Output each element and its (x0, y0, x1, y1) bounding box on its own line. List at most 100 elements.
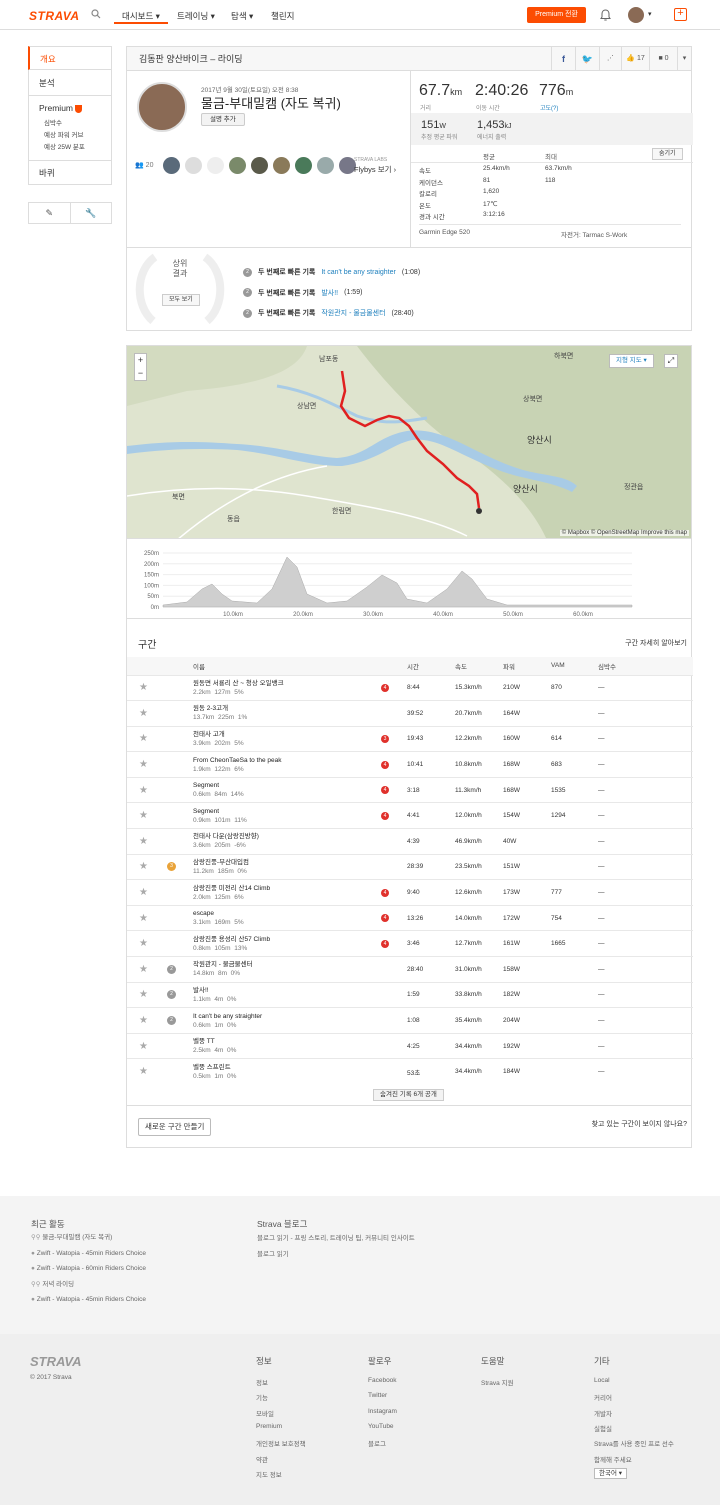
avatar[interactable] (207, 157, 224, 174)
footer-link[interactable]: Instagram (368, 1408, 397, 1415)
footer-link[interactable]: YouTube (368, 1423, 394, 1430)
avatar[interactable] (317, 157, 334, 174)
star-icon[interactable]: ★ (127, 904, 167, 931)
segment-name-link[interactable]: 삼랑진풍 미전리 산14 Climb (193, 884, 381, 893)
star-icon[interactable]: ★ (127, 1058, 167, 1085)
segment-name-link[interactable]: Segment (193, 807, 381, 816)
recent-activity-item[interactable]: ● Zwift - Watopia - 45min Riders Choice (31, 1292, 146, 1308)
segment-name-link[interactable]: 삼랑진풍-부산대입컴 (193, 858, 381, 867)
table-row[interactable]: ★ 2 It can't be any straighter 0.6km 1m 0% 1… (127, 1007, 693, 1034)
premium-button[interactable]: Premium 전환 (527, 7, 586, 23)
footer-link[interactable]: 약관 (256, 1454, 268, 1464)
table-row[interactable]: ★ escape 3.1km 169m 5% 4 13:26 14.0km/h 172W 75… (127, 904, 693, 931)
share-icon[interactable]: ⋰ (599, 47, 621, 71)
footer-link[interactable]: Premium (256, 1423, 282, 1430)
recent-activity-item[interactable]: ⚲⚲ 저녁 라이딩 (31, 1277, 146, 1293)
star-icon[interactable]: ★ (127, 776, 167, 803)
footer-link[interactable]: Local (594, 1377, 610, 1384)
footer-link[interactable]: 블로그 (368, 1438, 386, 1448)
more-options-icon[interactable]: ▾ (677, 47, 691, 71)
sidebar-item-gear[interactable]: 바퀴 (28, 161, 112, 185)
table-row[interactable]: ★ 2 발사!! 1.1km 4m 0% 1:59 33.8km/h 182W — (127, 981, 693, 1008)
segment-name-link[interactable]: Segment (193, 781, 381, 790)
nav-explore[interactable]: 탐색 ▾ (231, 10, 253, 22)
facebook-icon[interactable]: f (551, 47, 575, 71)
table-row[interactable]: ★ Segment 0.9km 101m 11% 4 4:41 12.0km/h 154W 1… (127, 802, 693, 829)
segment-name-link[interactable]: 천태사 다운(삼랑진방향) (193, 832, 381, 841)
segment-name-link[interactable]: 원동면 서룡리 산 ~ 청상 오일뱅크 (193, 679, 381, 688)
nav-challenges[interactable]: 챌린지 (271, 10, 294, 22)
segment-name-link[interactable]: 천태사 고개 (193, 730, 381, 739)
footer-link[interactable]: 기능 (256, 1392, 268, 1402)
recent-activity-item[interactable]: ● Zwift - Watopia - 45min Riders Choice (31, 1246, 146, 1262)
star-icon[interactable]: ★ (127, 700, 167, 727)
bell-icon[interactable] (600, 9, 611, 21)
show-hidden-button[interactable]: 숨겨진 기록 6개 공개 (373, 1089, 444, 1101)
table-row[interactable]: ★ 삼랑진풍 미전리 산14 Climb 2.0km 125m 6% 4 9:40 12.… (127, 879, 693, 906)
edit-icon[interactable]: ✎ (29, 203, 70, 223)
footer-link[interactable]: 모바일 (256, 1408, 274, 1418)
recent-activity-item[interactable]: ⚲⚲ 물금-부대밀캠 (자도 복귀) (31, 1230, 146, 1246)
comment-button[interactable]: ■ 0 (649, 47, 677, 71)
nav-dashboard[interactable]: 대시보드 ▾ (114, 10, 168, 24)
achievement-segment-link[interactable]: 발사!! (321, 288, 338, 298)
segment-name-link[interactable]: 작원관지 - 물금물센터 (193, 960, 381, 969)
table-row[interactable]: ★ 3 삼랑진풍-부산대입컴 11.2km 185m 0% 28:39 23.5km/h 1… (127, 853, 693, 880)
star-icon[interactable]: ★ (127, 1007, 167, 1034)
segment-name-link[interactable]: From CheonTaeSa to the peak (193, 756, 381, 765)
table-row[interactable]: ★ 벨뚱 스프린트 0.5km 1m 0% 53초 34.4km/h 184W — (127, 1058, 693, 1085)
blog-read-link[interactable]: 블로그 읽기 (257, 1248, 289, 1258)
footer-link[interactable]: 개발자 (594, 1408, 612, 1418)
zoom-in-button[interactable]: + (135, 354, 146, 367)
zoom-out-button[interactable]: − (135, 367, 146, 380)
sidebar-item-power-dist[interactable]: 예상 25W 분포 (39, 142, 101, 154)
recent-activity-item[interactable]: ● Zwift - Watopia - 60min Riders Choice (31, 1261, 146, 1277)
map-type-button[interactable]: 지형 지도 ▾ (609, 354, 654, 368)
add-description-button[interactable]: 설명 추가 (201, 113, 245, 126)
map-attribution[interactable]: © Mapbox © OpenStreetMap Improve this ma… (559, 530, 689, 536)
footer-link[interactable]: Strava 지원 (481, 1377, 514, 1387)
sidebar-item-premium[interactable]: Premium (39, 102, 101, 114)
achievement-segment-link[interactable]: It can't be any straighter (321, 269, 396, 276)
footer-link[interactable]: Twitter (368, 1392, 387, 1399)
table-row[interactable]: ★ 벨뚱 TT 2.5km 4m 0% 4:25 34.4km/h 192W — (127, 1032, 693, 1059)
sidebar-item-power-curve[interactable]: 예상 파워 커브 (39, 130, 101, 142)
athlete-avatar[interactable] (137, 82, 187, 132)
footer-link[interactable]: Strava를 사용 중인 프로 선수 (594, 1438, 674, 1448)
route-map[interactable]: + − 지형 지도 ▾ ⤢ 남포동 하북면 상북면 양산시 양산시 상남면 동읍… (126, 345, 692, 539)
avatar[interactable] (251, 157, 268, 174)
footer-link[interactable]: 지도 정보 (256, 1469, 282, 1479)
elevation-chart[interactable]: 250m 200m 150m 100m 50m 0m 10.0km 20.0km 30.0km 4… (127, 539, 693, 619)
star-icon[interactable]: ★ (127, 853, 167, 880)
segment-name-link[interactable]: 벨뚱 스프린트 (193, 1063, 381, 1072)
achievement-segment-link[interactable]: 작원관지 - 물금물센터 (321, 308, 385, 318)
star-icon[interactable]: ★ (127, 751, 167, 778)
star-icon[interactable]: ★ (127, 879, 167, 906)
sidebar-item-overview[interactable]: 개요 (28, 46, 112, 70)
kudos-button[interactable]: 👍 17 (621, 47, 649, 71)
user-avatar[interactable] (628, 7, 644, 23)
table-row[interactable]: ★ 삼랑진풍 용성리 산57 Climb 0.8km 105m 13% 4 3:46 12… (127, 930, 693, 957)
avatar[interactable] (163, 157, 180, 174)
table-row[interactable]: ★ 천태사 다운(삼랑진방향) 3.6km 205m -6% 4:39 46.9km/h… (127, 828, 693, 855)
footer-link[interactable]: Facebook (368, 1377, 397, 1384)
avatar[interactable] (185, 157, 202, 174)
search-icon[interactable] (91, 9, 101, 19)
table-row[interactable]: ★ Segment 0.6km 84m 14% 4 3:18 11.3km/h 168W 15… (127, 776, 693, 803)
elevation-label[interactable]: 고도(?) (540, 103, 558, 112)
flybys-link[interactable]: Flybys 보기 › (354, 164, 396, 175)
table-row[interactable]: ★ 원동면 서룡리 산 ~ 청상 오일뱅크 2.2km 127m 5% 4 8:44 15… (127, 674, 693, 701)
avatar[interactable] (295, 157, 312, 174)
star-icon[interactable]: ★ (127, 956, 167, 983)
sidebar-item-heartrate[interactable]: 심박수 (39, 118, 101, 130)
show-all-button[interactable]: 모두 보기 (162, 294, 200, 306)
table-row[interactable]: ★ 원동 2-3고개 13.7km 225m 1% 39:52 20.7km/h 164W… (127, 700, 693, 727)
chevron-down-icon[interactable]: ▾ (648, 10, 652, 18)
hide-button[interactable]: 숨기기 (652, 148, 683, 160)
learn-segments-link[interactable]: 구간 자세히 알아보기 (625, 638, 687, 648)
footer-link[interactable]: 정보 (256, 1377, 268, 1387)
strava-logo[interactable]: STRAVA (29, 9, 80, 23)
segment-name-link[interactable]: 삼랑진풍 용성리 산57 Climb (193, 935, 381, 944)
star-icon[interactable]: ★ (127, 1032, 167, 1059)
wrench-icon[interactable]: 🔧 (69, 203, 112, 223)
